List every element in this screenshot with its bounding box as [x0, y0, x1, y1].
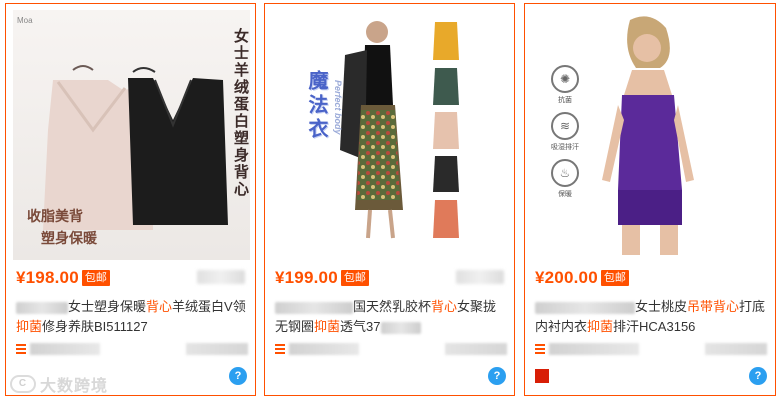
image-vertical-title: 女士羊绒蛋白塑身背心 — [232, 28, 250, 198]
image-vertical-subtitle: Perfect body — [333, 80, 343, 135]
chat-icon[interactable]: ? — [488, 367, 506, 385]
sales-count-blurred — [197, 270, 245, 284]
title-blurred-suffix — [380, 321, 421, 334]
shop-name-blurred[interactable] — [30, 343, 100, 355]
product-title[interactable]: 国天然乳胶杯背心女聚拢无钢圈抑菌透气37 — [275, 297, 507, 337]
watermark: C 大数跨境 — [10, 372, 108, 396]
product-card[interactable]: 魔法衣 Perfect body ¥199.00 包邮 国天然乳胶杯背心女聚拢无… — [264, 3, 515, 396]
free-shipping-badge: 包邮 — [340, 270, 369, 286]
title-blurred-prefix — [16, 301, 68, 314]
free-shipping-badge: 包邮 — [600, 270, 629, 286]
product-title[interactable]: 女士桃皮吊带背心打底内衬内衣抑菌排汗HCA3156 — [535, 297, 767, 337]
title-blurred-prefix — [535, 301, 635, 314]
price: ¥199.00 — [275, 268, 338, 287]
free-shipping-badge: 包邮 — [81, 270, 110, 286]
chat-icon[interactable]: ? — [749, 367, 767, 385]
shop-name-blurred[interactable] — [549, 343, 639, 355]
title-blurred-prefix — [275, 301, 353, 314]
feature-antibacterial: ✺ 抗菌 — [550, 65, 580, 105]
image-promo-2: 塑身保暖 — [41, 231, 97, 247]
shop-row[interactable] — [16, 341, 248, 357]
feature-warm: ♨ 保暖 — [550, 159, 580, 199]
sales-count-blurred — [456, 270, 504, 284]
price: ¥198.00 — [16, 268, 79, 287]
price: ¥200.00 — [535, 268, 598, 287]
shop-icon — [275, 344, 285, 354]
feature-moisture-wicking: ≋ 吸湿排汗 — [550, 112, 580, 152]
chat-icon[interactable]: ? — [229, 367, 247, 385]
image-promo-1: 收脂美背 — [27, 209, 83, 225]
antibacterial-icon: ✺ — [551, 65, 579, 93]
product-image[interactable]: 魔法衣 Perfect body — [295, 10, 485, 260]
product-title[interactable]: 女士塑身保暖背心羊绒蛋白V领抑菌修身养肤BI511127 — [16, 297, 248, 337]
product-card[interactable]: ✺ 抗菌 ≋ 吸湿排汗 ♨ 保暖 ¥200.00 包邮 女士桃皮吊带背心打底内衬… — [524, 3, 776, 396]
shop-row[interactable] — [535, 341, 767, 357]
shop-icon — [535, 344, 545, 354]
watermark-logo-icon: C — [10, 375, 36, 393]
moisture-wicking-icon: ≋ — [551, 112, 579, 140]
product-card[interactable]: Moa 女士羊绒蛋白塑身背心 收脂美背 塑身保暖 ¥198.00 包邮 女士塑身… — [5, 3, 256, 396]
shop-location-blurred — [445, 343, 507, 355]
shop-location-blurred — [705, 343, 767, 355]
product-image[interactable]: Moa 女士羊绒蛋白塑身背心 收脂美背 塑身保暖 — [13, 10, 250, 260]
shop-location-blurred — [186, 343, 248, 355]
brand-badge-icon — [535, 369, 549, 383]
product-image[interactable]: ✺ 抗菌 ≋ 吸湿排汗 ♨ 保暖 — [532, 10, 769, 260]
image-vertical-title: 魔法衣 — [305, 70, 329, 142]
warm-icon: ♨ — [551, 159, 579, 187]
shop-row[interactable] — [275, 341, 507, 357]
shop-icon — [16, 344, 26, 354]
shop-name-blurred[interactable] — [289, 343, 359, 355]
